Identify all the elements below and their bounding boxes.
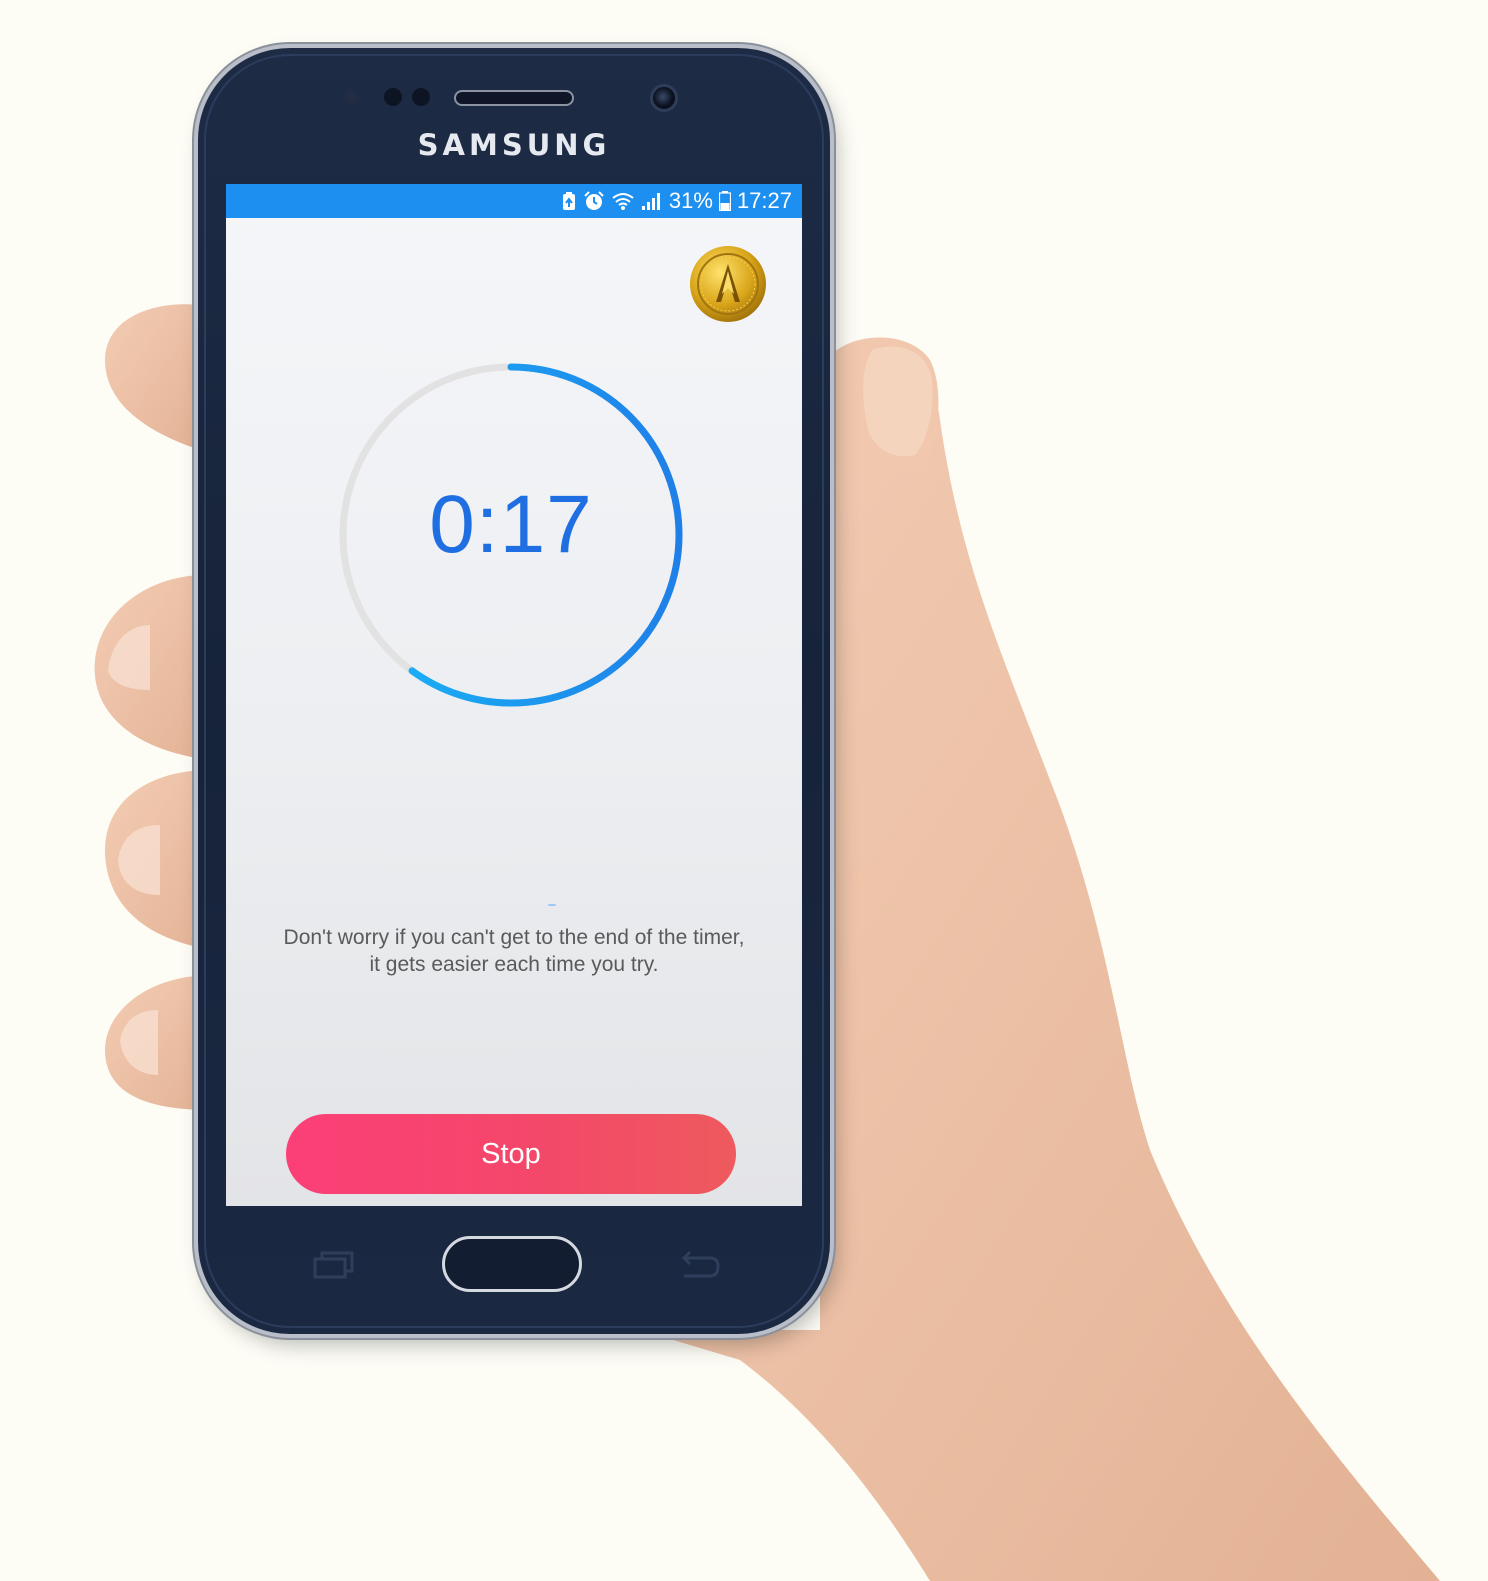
brand-logo: SAMSUNG xyxy=(417,128,611,162)
earpiece-speaker xyxy=(454,90,574,106)
back-icon[interactable] xyxy=(676,1250,720,1280)
phone-device: SAMSUNG 31% 17:27 0:17 Don't worry if yo… xyxy=(198,48,830,1334)
alarm-icon xyxy=(584,191,604,210)
loading-indicator xyxy=(548,904,556,906)
recent-apps-icon[interactable] xyxy=(312,1250,356,1280)
battery-saver-icon xyxy=(562,192,575,210)
encouragement-message: Don't worry if you can't get to the end … xyxy=(246,924,782,978)
stop-button[interactable]: Stop xyxy=(286,1114,736,1194)
wifi-icon xyxy=(612,193,634,210)
message-line-2: it gets easier each time you try. xyxy=(369,953,659,976)
light-sensor-icon-2 xyxy=(412,88,430,106)
battery-percent: 31% xyxy=(668,188,713,213)
status-time: 17:27 xyxy=(736,188,792,213)
gold-coin-icon[interactable] xyxy=(688,244,768,324)
countdown-timer: 0:17 xyxy=(336,360,686,710)
light-sensor-icon xyxy=(384,88,402,106)
status-bar: 31% 17:27 xyxy=(226,184,802,218)
home-button[interactable] xyxy=(442,1236,582,1292)
signal-icon xyxy=(641,193,660,210)
proximity-sensor-icon xyxy=(344,90,358,104)
front-camera-icon xyxy=(650,84,678,112)
stage: SAMSUNG 31% 17:27 0:17 Don't worry if yo… xyxy=(0,0,1488,1581)
battery-icon xyxy=(718,191,731,211)
timer-display: 0:17 xyxy=(429,479,593,570)
app-screen: 31% 17:27 0:17 Don't worry if you can't … xyxy=(226,184,802,1206)
message-line-1: Don't worry if you can't get to the end … xyxy=(283,926,745,949)
status-icons: 31% 17:27 xyxy=(561,188,792,214)
